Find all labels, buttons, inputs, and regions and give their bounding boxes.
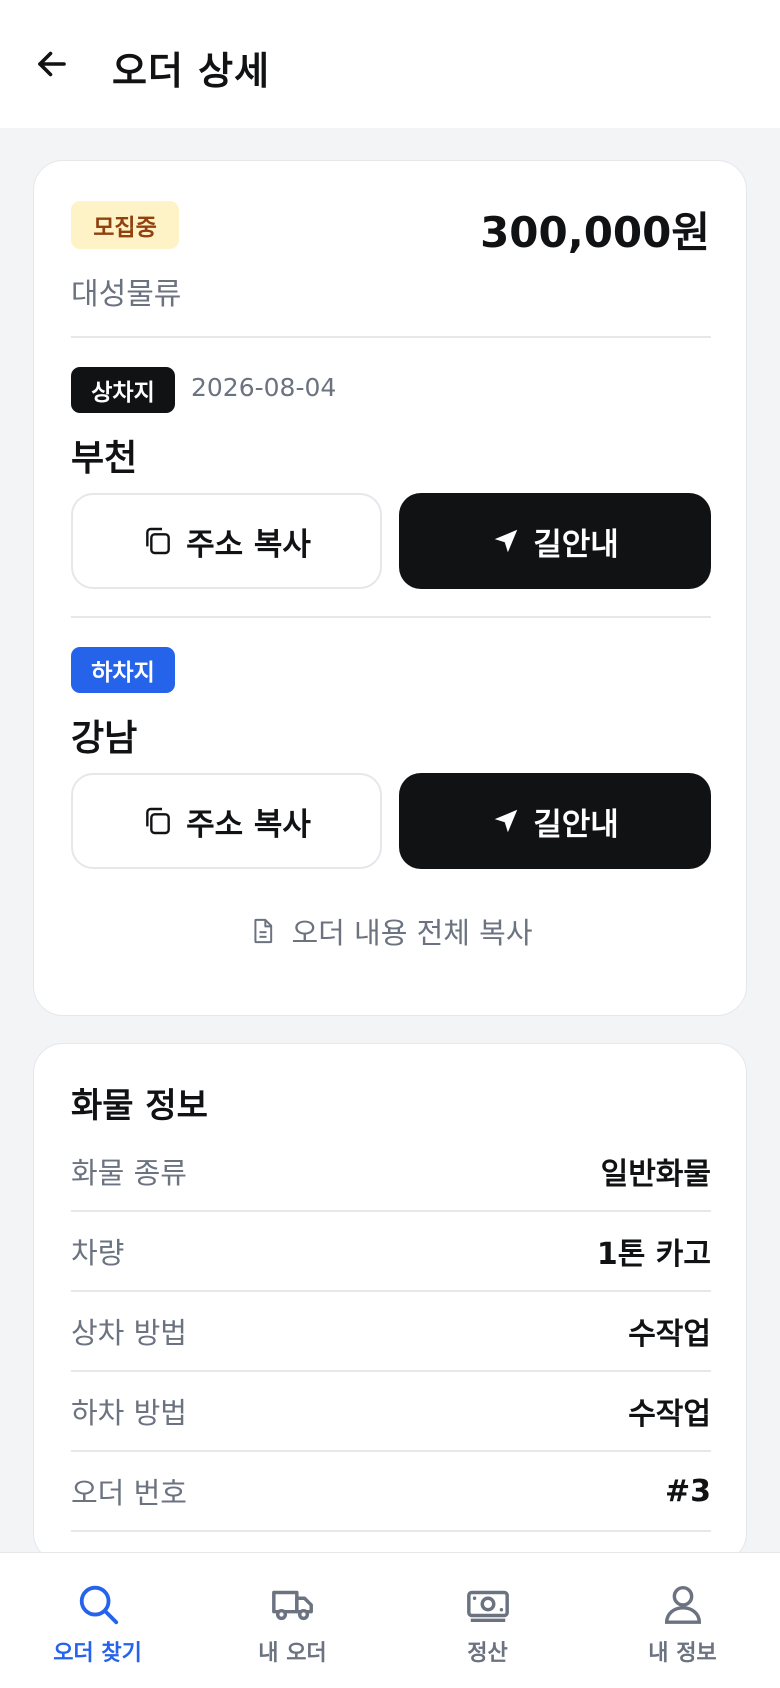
pickup-navigation-button[interactable]: 길안내 bbox=[399, 493, 711, 589]
copy-icon bbox=[146, 807, 170, 835]
info-label: 오더 번호 bbox=[71, 1476, 187, 1510]
info-row-order-number: 오더 번호 #3 bbox=[71, 1452, 711, 1532]
divider bbox=[71, 616, 711, 618]
dropoff-copy-label: 주소 복사 bbox=[186, 806, 311, 843]
navigation-arrow-icon bbox=[494, 529, 518, 553]
info-value: 수작업 bbox=[628, 1397, 711, 1432]
pickup-copy-label: 주소 복사 bbox=[186, 526, 311, 563]
app-header: 오더 상세 bbox=[0, 0, 780, 128]
pickup-place: 부천 bbox=[71, 438, 138, 479]
info-row-cargo-type: 화물 종류 일반화물 bbox=[71, 1132, 711, 1212]
section-title: 화물 정보 bbox=[71, 1086, 208, 1126]
bottom-tab-bar: 오더 찾기 내 오더 정산 내 정보 bbox=[0, 1552, 780, 1688]
dropoff-navigation-button[interactable]: 길안내 bbox=[399, 773, 711, 869]
company-name: 대성물류 bbox=[71, 277, 182, 312]
pickup-badge: 상차지 bbox=[71, 367, 175, 413]
pickup-copy-address-button[interactable]: 주소 복사 bbox=[71, 493, 382, 589]
copy-all-order-button[interactable]: 오더 내용 전체 복사 bbox=[34, 907, 748, 955]
info-label: 하차 방법 bbox=[71, 1396, 187, 1430]
user-icon bbox=[664, 1585, 701, 1624]
dropoff-copy-address-button[interactable]: 주소 복사 bbox=[71, 773, 382, 869]
info-row-loading-method: 상차 방법 수작업 bbox=[71, 1292, 711, 1372]
money-icon bbox=[466, 1590, 509, 1623]
navigation-arrow-icon bbox=[494, 809, 518, 833]
info-label: 화물 종류 bbox=[71, 1156, 187, 1190]
order-price: 300,000원 bbox=[480, 208, 710, 257]
tab-label: 정산 bbox=[467, 1641, 508, 1666]
tab-settlement[interactable]: 정산 bbox=[390, 1553, 585, 1688]
tab-my-orders[interactable]: 내 오더 bbox=[195, 1553, 390, 1688]
tab-find-orders[interactable]: 오더 찾기 bbox=[0, 1553, 195, 1688]
info-value: 1톤 카고 bbox=[596, 1237, 711, 1272]
info-row-unloading-method: 하차 방법 수작업 bbox=[71, 1372, 711, 1452]
page-title: 오더 상세 bbox=[112, 49, 271, 93]
copy-icon bbox=[146, 527, 170, 555]
pickup-nav-label: 길안내 bbox=[533, 526, 619, 563]
info-value: 일반화물 bbox=[600, 1157, 711, 1192]
search-icon bbox=[79, 1585, 118, 1625]
cargo-info-card: 화물 정보 화물 종류 일반화물 차량 1톤 카고 상차 방법 수작업 하차 방… bbox=[33, 1043, 747, 1563]
info-value: 수작업 bbox=[628, 1317, 711, 1352]
truck-icon bbox=[271, 1590, 313, 1621]
document-icon bbox=[254, 918, 273, 944]
dropoff-place: 강남 bbox=[71, 718, 138, 759]
order-summary-card: 모집중 300,000원 대성물류 상차지 2026-08-04 부천 주소 복… bbox=[33, 160, 747, 1016]
info-value: #3 bbox=[664, 1473, 711, 1509]
info-label: 차량 bbox=[71, 1236, 125, 1270]
tab-my-info[interactable]: 내 정보 bbox=[585, 1553, 780, 1688]
back-button[interactable] bbox=[30, 42, 74, 86]
divider bbox=[71, 336, 711, 338]
status-badge: 모집중 bbox=[71, 201, 179, 249]
dropoff-badge: 하차지 bbox=[71, 647, 175, 693]
copy-all-label: 오더 내용 전체 복사 bbox=[291, 916, 533, 950]
tab-label: 내 정보 bbox=[648, 1641, 717, 1666]
info-label: 상차 방법 bbox=[71, 1316, 187, 1350]
info-row-vehicle: 차량 1톤 카고 bbox=[71, 1212, 711, 1292]
pickup-date: 2026-08-04 bbox=[191, 373, 337, 402]
tab-label: 내 오더 bbox=[258, 1641, 327, 1666]
arrow-left-icon bbox=[38, 51, 66, 77]
dropoff-nav-label: 길안내 bbox=[533, 806, 619, 843]
tab-label: 오더 찾기 bbox=[53, 1641, 142, 1666]
